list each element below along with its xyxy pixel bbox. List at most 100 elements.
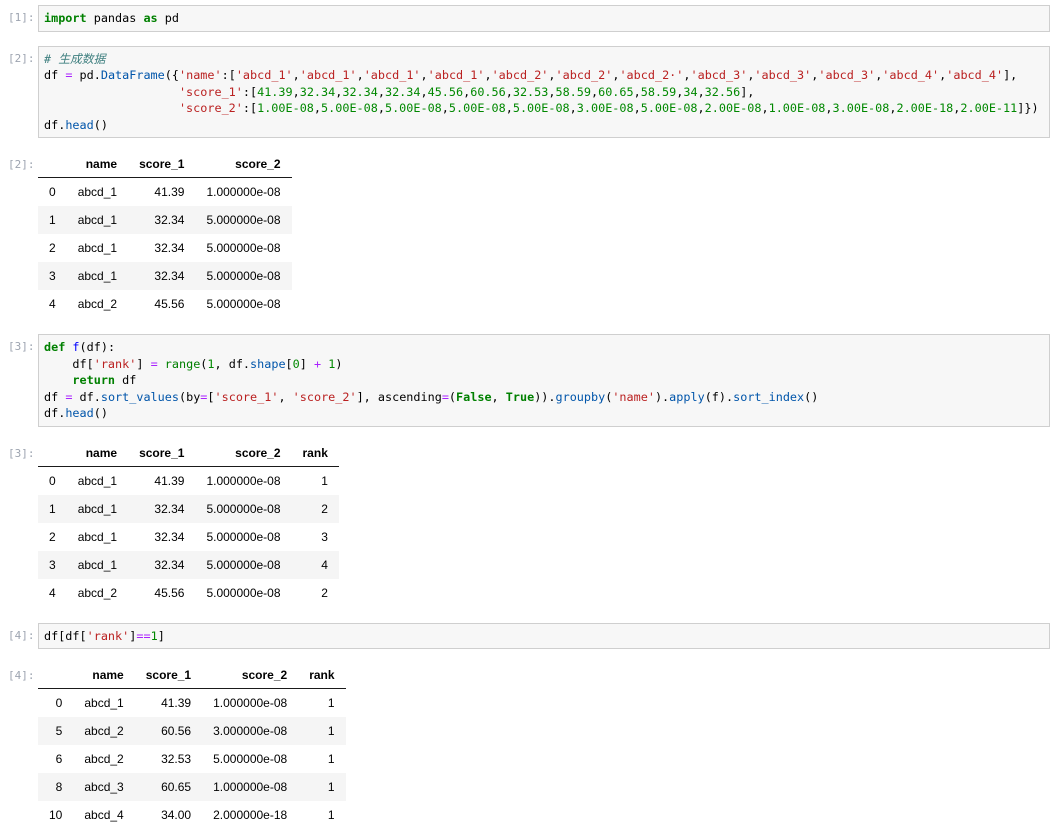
code-line: def f(df):: [44, 339, 1045, 356]
input-prompt: [1]:: [8, 11, 35, 24]
code-token: 5.00E-08: [321, 101, 378, 115]
code-editor[interactable]: import pandas as pd: [38, 5, 1050, 32]
cell-score_2: 1.000000e-08: [206, 185, 281, 199]
row-index: 1: [49, 213, 56, 227]
code-token: pandas: [86, 11, 144, 25]
code-token: ,: [356, 68, 364, 82]
row-index: 6: [55, 752, 63, 766]
table-row: 10 abcd_4 34.00 2.000000e-18 1: [38, 801, 346, 829]
code-token: 34: [683, 84, 698, 99]
code-token: 'abcd_2': [491, 68, 549, 82]
code-token: 'abcd_3': [754, 68, 812, 82]
cell-rank: 1: [327, 752, 335, 766]
code-token: (df):: [79, 340, 116, 354]
code-token: [: [285, 356, 293, 371]
cell-score_1: 32.34: [154, 241, 185, 255]
cell-score_1: 45.56: [154, 297, 185, 311]
code-token: ]: [157, 628, 165, 643]
code-token: ({: [164, 68, 179, 82]
code-token: groupby: [555, 389, 606, 404]
table-row: 0 abcd_1 41.39 1.000000e-08: [38, 178, 292, 207]
row-index: 3: [49, 557, 56, 572]
cell-name: abcd_1: [77, 501, 118, 516]
dataframe-output: name score_1 score_2 rank 0 abcd_1 41.39 1.0000…: [38, 440, 1050, 607]
output-prompt: [4]:: [8, 669, 35, 682]
code-token: ,: [292, 84, 300, 99]
cell-rank: 1: [327, 724, 335, 738]
code-editor[interactable]: # 生成数据 df = pd.DataFrame({'name':['abcd_1…: [38, 45, 1050, 138]
table-header-row: name score_1 score_2: [38, 152, 292, 178]
dataframe-table: name score_1 score_2 rank 0 abcd_1 41.39 1.0000…: [38, 440, 339, 607]
index-corner: [38, 440, 67, 467]
table-row: 8 abcd_3 60.65 1.000000e-08 1: [38, 773, 346, 801]
code-token: head: [65, 406, 94, 420]
table-header-row: name score_1 score_2 rank: [38, 440, 339, 467]
row-index: 0: [49, 473, 56, 488]
dataframe-output: name score_1 score_2 rank 0 abcd_1 41.39 1.0000…: [38, 663, 1050, 829]
cell-score_1: 32.34: [154, 529, 185, 544]
dataframe-table: name score_1 score_2 rank 0 abcd_1 41.39 1.0000…: [38, 663, 346, 829]
cell-score_1: 32.34: [154, 213, 185, 227]
code-token: 'name': [612, 389, 655, 404]
column-header-rank: rank: [298, 663, 346, 689]
cell-score_2: 1.000000e-08: [213, 780, 288, 794]
code-token: df: [44, 68, 66, 82]
cell-name: abcd_1: [77, 473, 118, 488]
code-token: df[: [44, 356, 94, 371]
code-token: ]: [299, 356, 314, 371]
code-token: pd.: [72, 68, 101, 82]
code-text: # 生成数据 df = pd.DataFrame({'name':['abcd_1…: [44, 51, 1045, 134]
cell-score_1: 32.34: [154, 557, 185, 572]
code-token: ],: [1003, 68, 1018, 82]
cell-score_2: 5.000000e-08: [206, 529, 281, 544]
code-token: ==: [136, 628, 151, 643]
code-line: df['rank'] = range(1, df.shape[0] + 1): [44, 356, 1045, 373]
code-token: 2.00E-11: [960, 101, 1018, 115]
code-token: 'abcd_1': [363, 68, 421, 82]
code-line: df = df.sort_values(by=['score_1', 'scor…: [44, 389, 1045, 406]
cell-score_1: 32.34: [154, 269, 185, 283]
table-row: 2 abcd_1 32.34 5.000000e-08: [38, 234, 292, 262]
cell-name: abcd_1: [84, 696, 124, 710]
code-token: :[: [242, 101, 258, 115]
table-row: 1 abcd_1 32.34 5.000000e-08 2: [38, 494, 339, 523]
cell-name: abcd_2: [77, 297, 118, 311]
code-token: ]: [136, 356, 151, 371]
cell-rank: 1: [327, 808, 335, 822]
cell-score_2: 5.000000e-08: [206, 297, 281, 311]
output-cell: [4]: name score_1 score_2 rank 0 abcd_1 41.39 1.…: [8, 663, 1050, 829]
code-token: ,: [825, 101, 833, 115]
code-token: ,: [278, 389, 293, 404]
code-editor[interactable]: df[df['rank']==1]: [38, 622, 1050, 649]
cell-name: abcd_1: [77, 241, 118, 255]
code-token: f: [72, 340, 80, 354]
row-index: 2: [49, 241, 56, 255]
code-token: 5.00E-08: [448, 101, 506, 115]
code-line: # 生成数据: [44, 51, 1045, 68]
column-header-score_1: score_1: [128, 440, 196, 467]
code-token: ): [335, 356, 343, 371]
cell-score_1: 45.56: [154, 585, 185, 600]
table-row: 0 abcd_1 41.39 1.000000e-08 1: [38, 689, 346, 718]
code-token: sort_values: [100, 389, 179, 404]
code-token: 'rank': [86, 628, 130, 643]
code-token: 'abcd_1': [427, 68, 485, 82]
code-line: return df: [44, 372, 1045, 389]
cell-score_2: 2.000000e-18: [213, 808, 288, 822]
input-prompt: [4]:: [8, 628, 35, 642]
table-row: 2 abcd_1 32.34 5.000000e-08 3: [38, 523, 339, 551]
code-token: (by: [178, 389, 201, 404]
code-token: ]}): [1017, 101, 1039, 115]
code-token: )).: [534, 389, 556, 404]
cell-score_2: 5.000000e-08: [206, 213, 281, 227]
column-header-score_1: score_1: [128, 152, 196, 178]
code-token: 2.00E-08: [704, 101, 762, 115]
cell-score_1: 34.00: [161, 808, 192, 822]
code-editor[interactable]: def f(df): df['rank'] = range(1, df.shap…: [38, 334, 1050, 427]
code-token: ], ascending: [356, 389, 442, 404]
code-token: 5.00E-08: [640, 101, 698, 115]
code-token: 1: [207, 356, 215, 371]
column-header-score_2: score_2: [195, 152, 292, 178]
code-line: df.head(): [44, 117, 1045, 134]
